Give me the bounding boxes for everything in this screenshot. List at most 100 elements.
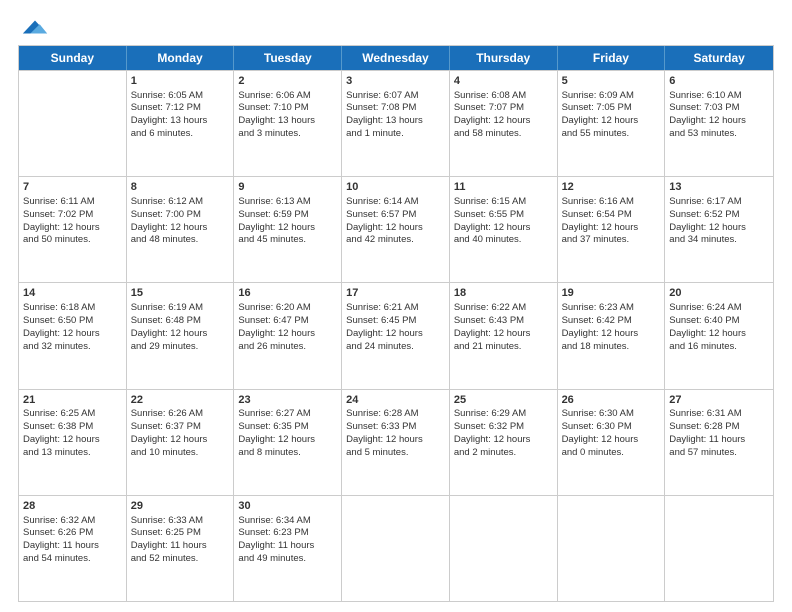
day-header-wednesday: Wednesday — [342, 46, 450, 70]
day-info-line: Daylight: 12 hours — [454, 115, 553, 128]
day-cell-13: 13Sunrise: 6:17 AMSunset: 6:52 PMDayligh… — [665, 177, 773, 282]
day-info-line: and 45 minutes. — [238, 234, 337, 247]
day-info-line: Sunset: 6:54 PM — [562, 209, 661, 222]
day-info-line: Sunrise: 6:08 AM — [454, 90, 553, 103]
day-info-line: and 29 minutes. — [131, 341, 230, 354]
day-number: 25 — [454, 393, 553, 408]
day-cell-10: 10Sunrise: 6:14 AMSunset: 6:57 PMDayligh… — [342, 177, 450, 282]
day-number: 16 — [238, 286, 337, 301]
day-info-line: Sunrise: 6:33 AM — [131, 515, 230, 528]
calendar: SundayMondayTuesdayWednesdayThursdayFrid… — [18, 45, 774, 602]
day-info-line: Sunset: 6:30 PM — [562, 421, 661, 434]
day-number: 4 — [454, 74, 553, 89]
day-cell-15: 15Sunrise: 6:19 AMSunset: 6:48 PMDayligh… — [127, 283, 235, 388]
day-info-line: Sunset: 6:33 PM — [346, 421, 445, 434]
day-info-line: Sunrise: 6:09 AM — [562, 90, 661, 103]
calendar-row-4: 28Sunrise: 6:32 AMSunset: 6:26 PMDayligh… — [19, 495, 773, 601]
day-number: 20 — [669, 286, 769, 301]
day-info-line: Sunset: 6:42 PM — [562, 315, 661, 328]
day-info-line: and 42 minutes. — [346, 234, 445, 247]
day-number: 30 — [238, 499, 337, 514]
day-info-line: Daylight: 12 hours — [454, 328, 553, 341]
day-cell-28: 28Sunrise: 6:32 AMSunset: 6:26 PMDayligh… — [19, 496, 127, 601]
day-cell-7: 7Sunrise: 6:11 AMSunset: 7:02 PMDaylight… — [19, 177, 127, 282]
day-number: 28 — [23, 499, 122, 514]
day-info-line: Sunset: 6:25 PM — [131, 527, 230, 540]
day-number: 3 — [346, 74, 445, 89]
day-number: 8 — [131, 180, 230, 195]
day-info-line: Sunrise: 6:11 AM — [23, 196, 122, 209]
day-info-line: Sunset: 7:05 PM — [562, 102, 661, 115]
day-info-line: Daylight: 12 hours — [346, 328, 445, 341]
calendar-body: 1Sunrise: 6:05 AMSunset: 7:12 PMDaylight… — [19, 70, 773, 601]
day-number: 11 — [454, 180, 553, 195]
day-info-line: and 3 minutes. — [238, 128, 337, 141]
day-info-line: Sunset: 7:00 PM — [131, 209, 230, 222]
day-info-line: Daylight: 12 hours — [562, 434, 661, 447]
calendar-row-3: 21Sunrise: 6:25 AMSunset: 6:38 PMDayligh… — [19, 389, 773, 495]
day-info-line: and 32 minutes. — [23, 341, 122, 354]
day-info-line: and 50 minutes. — [23, 234, 122, 247]
day-cell-1: 1Sunrise: 6:05 AMSunset: 7:12 PMDaylight… — [127, 71, 235, 176]
day-number: 23 — [238, 393, 337, 408]
day-cell-empty-0-0 — [19, 71, 127, 176]
day-cell-11: 11Sunrise: 6:15 AMSunset: 6:55 PMDayligh… — [450, 177, 558, 282]
day-info-line: Daylight: 12 hours — [23, 222, 122, 235]
day-info-line: Sunset: 7:08 PM — [346, 102, 445, 115]
day-info-line: Sunrise: 6:32 AM — [23, 515, 122, 528]
calendar-row-1: 7Sunrise: 6:11 AMSunset: 7:02 PMDaylight… — [19, 176, 773, 282]
day-info-line: Daylight: 12 hours — [131, 222, 230, 235]
day-info-line: Sunset: 6:32 PM — [454, 421, 553, 434]
day-info-line: Sunrise: 6:05 AM — [131, 90, 230, 103]
day-info-line: and 37 minutes. — [562, 234, 661, 247]
day-info-line: Sunrise: 6:15 AM — [454, 196, 553, 209]
day-cell-22: 22Sunrise: 6:26 AMSunset: 6:37 PMDayligh… — [127, 390, 235, 495]
day-cell-23: 23Sunrise: 6:27 AMSunset: 6:35 PMDayligh… — [234, 390, 342, 495]
day-header-thursday: Thursday — [450, 46, 558, 70]
day-cell-17: 17Sunrise: 6:21 AMSunset: 6:45 PMDayligh… — [342, 283, 450, 388]
logo — [18, 16, 49, 39]
day-header-friday: Friday — [558, 46, 666, 70]
day-info-line: Daylight: 12 hours — [238, 328, 337, 341]
day-info-line: Sunrise: 6:18 AM — [23, 302, 122, 315]
day-number: 9 — [238, 180, 337, 195]
day-info-line: and 13 minutes. — [23, 447, 122, 460]
day-cell-16: 16Sunrise: 6:20 AMSunset: 6:47 PMDayligh… — [234, 283, 342, 388]
page: SundayMondayTuesdayWednesdayThursdayFrid… — [0, 0, 792, 612]
day-cell-18: 18Sunrise: 6:22 AMSunset: 6:43 PMDayligh… — [450, 283, 558, 388]
day-info-line: Daylight: 11 hours — [131, 540, 230, 553]
day-info-line: Sunset: 6:40 PM — [669, 315, 769, 328]
day-info-line: Sunrise: 6:23 AM — [562, 302, 661, 315]
day-info-line: and 24 minutes. — [346, 341, 445, 354]
calendar-row-2: 14Sunrise: 6:18 AMSunset: 6:50 PMDayligh… — [19, 282, 773, 388]
day-number: 26 — [562, 393, 661, 408]
day-info-line: Daylight: 12 hours — [238, 222, 337, 235]
calendar-row-0: 1Sunrise: 6:05 AMSunset: 7:12 PMDaylight… — [19, 70, 773, 176]
day-header-tuesday: Tuesday — [234, 46, 342, 70]
day-cell-empty-4-5 — [558, 496, 666, 601]
day-info-line: and 49 minutes. — [238, 553, 337, 566]
day-number: 15 — [131, 286, 230, 301]
day-info-line: Daylight: 12 hours — [131, 434, 230, 447]
day-cell-5: 5Sunrise: 6:09 AMSunset: 7:05 PMDaylight… — [558, 71, 666, 176]
day-number: 12 — [562, 180, 661, 195]
day-cell-24: 24Sunrise: 6:28 AMSunset: 6:33 PMDayligh… — [342, 390, 450, 495]
day-number: 14 — [23, 286, 122, 301]
day-info-line: Sunset: 7:10 PM — [238, 102, 337, 115]
day-info-line: Daylight: 12 hours — [131, 328, 230, 341]
day-info-line: Sunset: 6:47 PM — [238, 315, 337, 328]
day-number: 13 — [669, 180, 769, 195]
day-info-line: Sunrise: 6:13 AM — [238, 196, 337, 209]
day-cell-empty-4-6 — [665, 496, 773, 601]
day-cell-9: 9Sunrise: 6:13 AMSunset: 6:59 PMDaylight… — [234, 177, 342, 282]
day-info-line: Daylight: 12 hours — [562, 328, 661, 341]
day-info-line: Sunrise: 6:27 AM — [238, 408, 337, 421]
day-number: 24 — [346, 393, 445, 408]
day-cell-25: 25Sunrise: 6:29 AMSunset: 6:32 PMDayligh… — [450, 390, 558, 495]
day-cell-12: 12Sunrise: 6:16 AMSunset: 6:54 PMDayligh… — [558, 177, 666, 282]
day-info-line: Daylight: 12 hours — [669, 222, 769, 235]
day-info-line: Daylight: 12 hours — [346, 222, 445, 235]
day-number: 29 — [131, 499, 230, 514]
day-info-line: and 58 minutes. — [454, 128, 553, 141]
day-cell-8: 8Sunrise: 6:12 AMSunset: 7:00 PMDaylight… — [127, 177, 235, 282]
